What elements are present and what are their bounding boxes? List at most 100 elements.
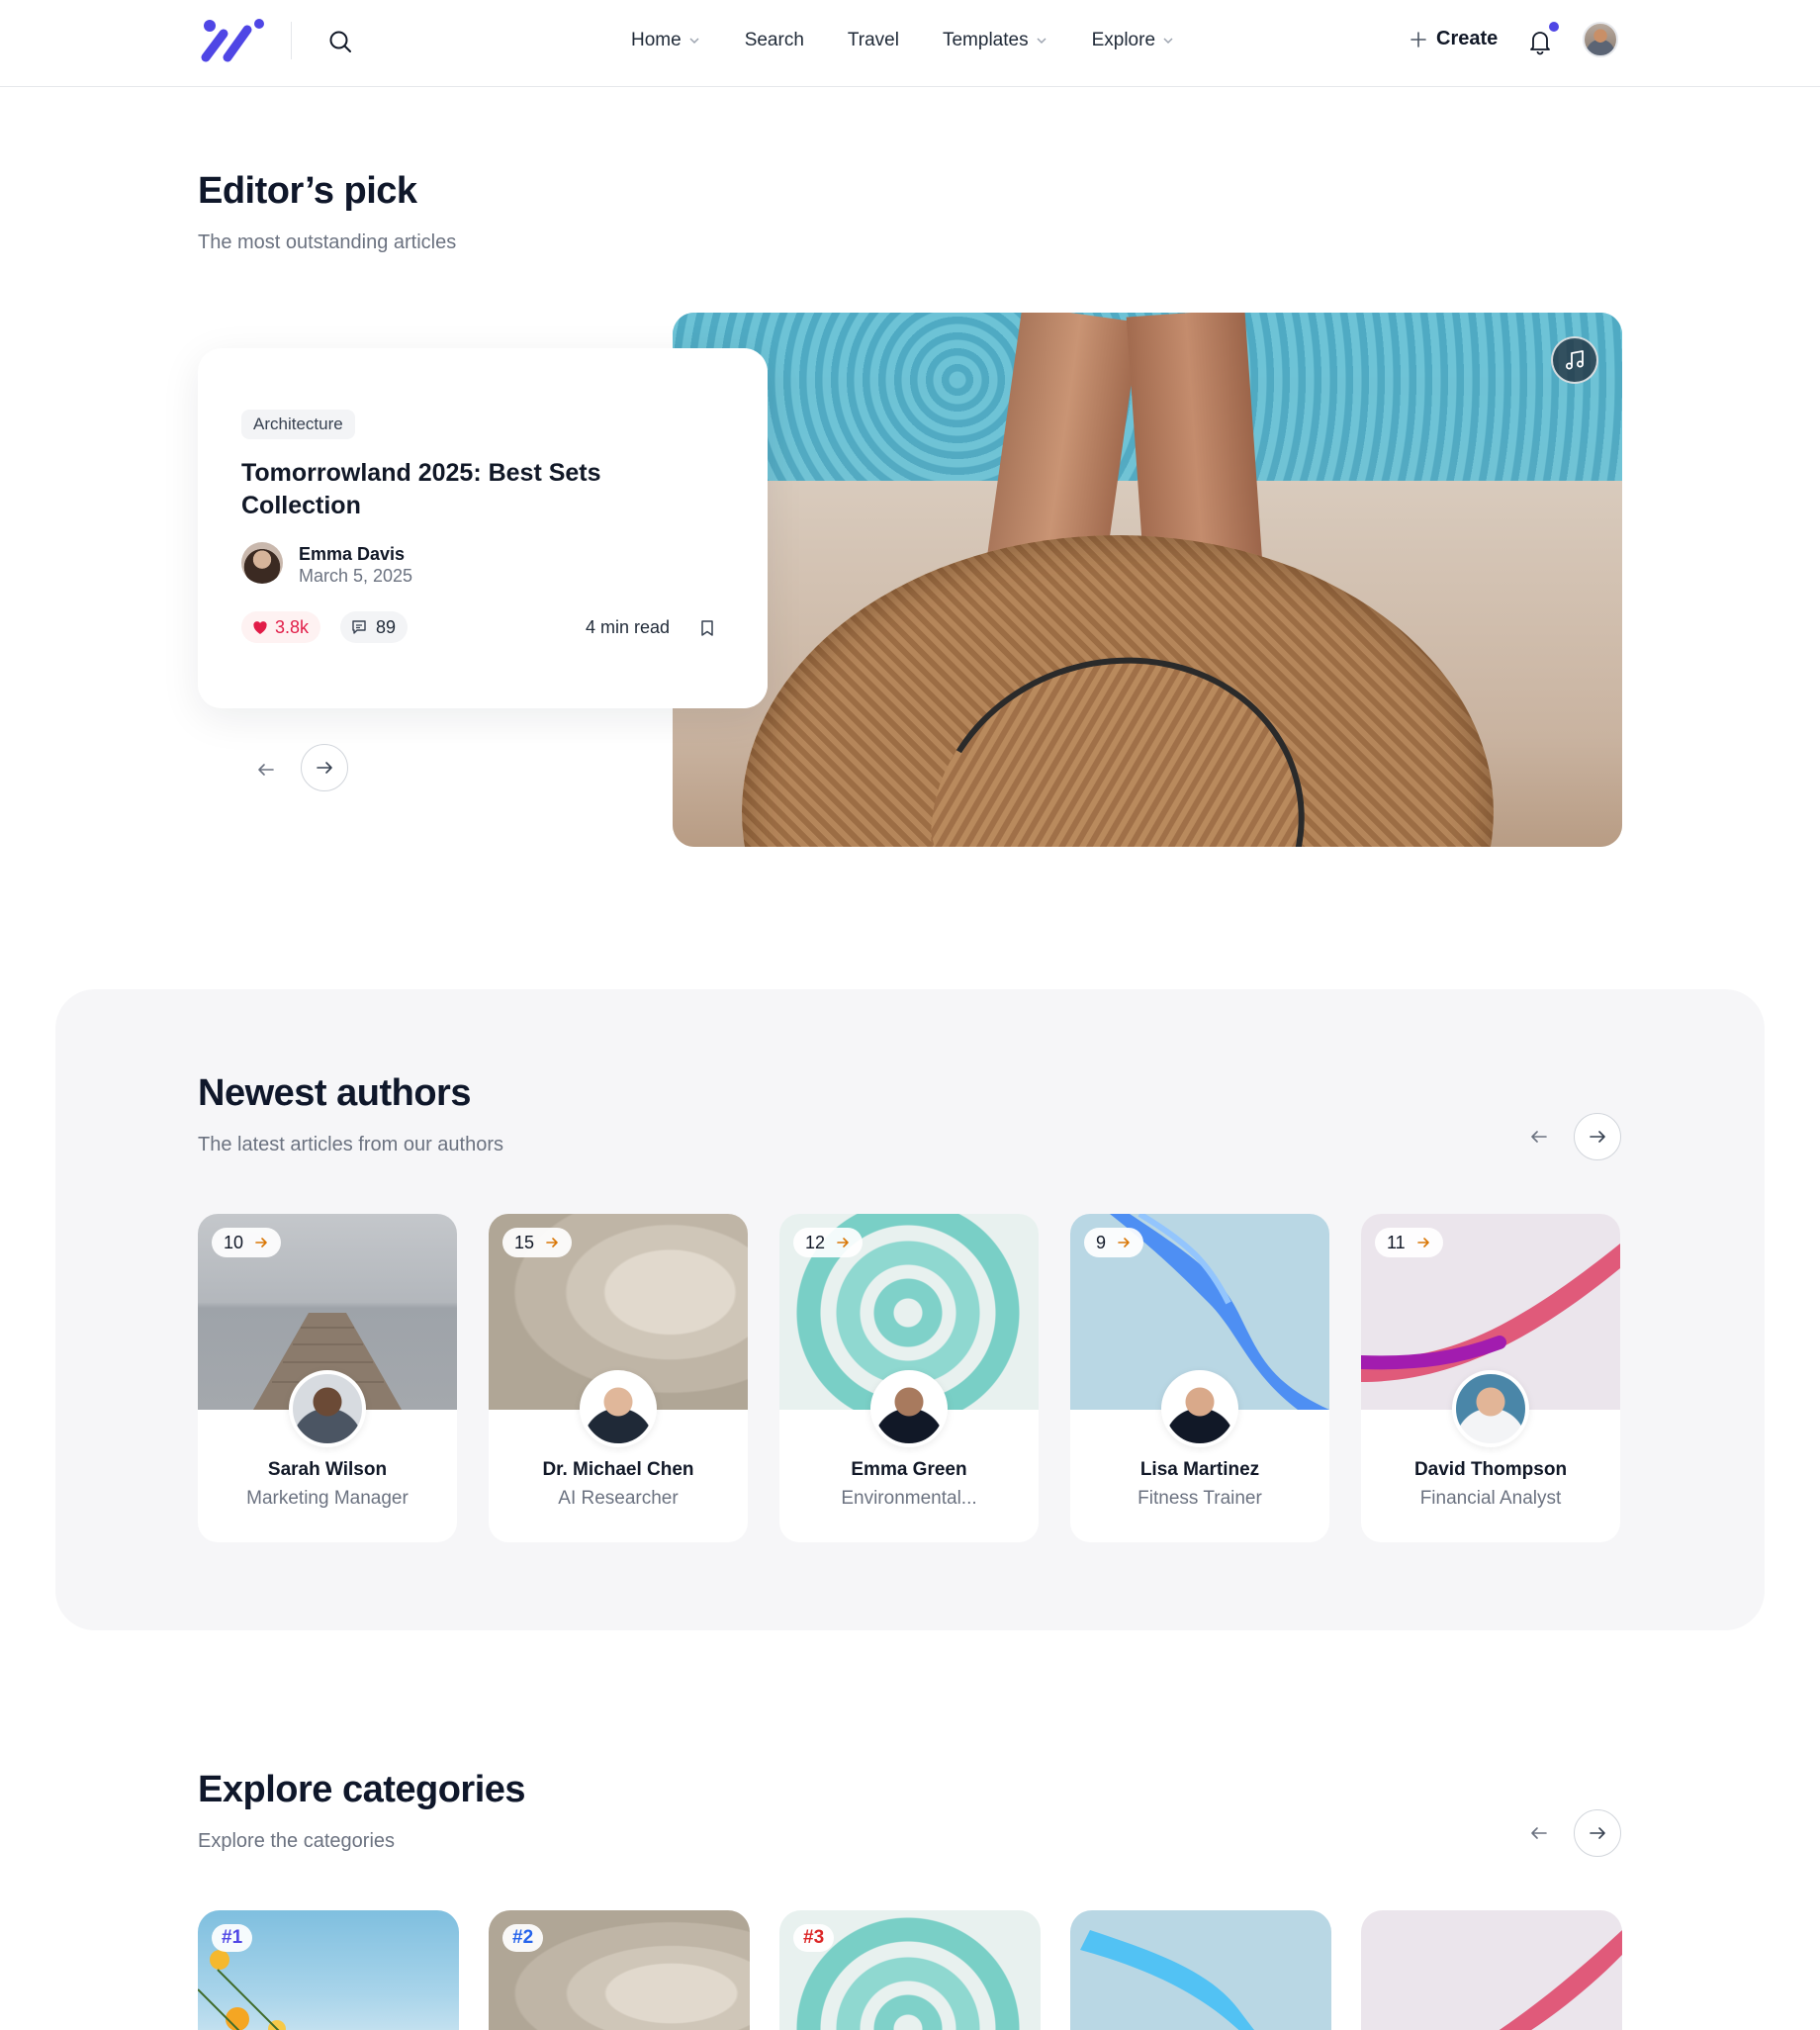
main-nav: Home Search Travel Templates Explore [631,26,1219,55]
article-count: 12 [805,1232,826,1252]
author-card[interactable]: 11 David Thompson Financial Analyst [1361,1214,1620,1542]
nav-label: Explore [1091,30,1156,50]
categories-next-button[interactable] [1574,1809,1621,1857]
nav-home[interactable]: Home [631,26,701,55]
article-count-badge[interactable]: 12 [793,1228,864,1257]
author-name[interactable]: Emma Davis [299,544,405,565]
music-button[interactable] [1551,336,1598,384]
category-card[interactable]: #1 [198,1910,459,2030]
header-divider [291,22,292,59]
chevron-down-icon [1037,38,1046,45]
nav-label: Travel [847,30,899,50]
chevron-down-icon [1163,38,1173,45]
categories-prev-button[interactable] [1515,1809,1563,1857]
author-card[interactable]: 12 Emma Green Environmental... [779,1214,1039,1542]
notification-dot [1549,22,1559,32]
rank-label: #3 [803,1927,825,1948]
nav-templates[interactable]: Templates [943,26,1048,55]
author-card[interactable]: 10 Sarah Wilson Marketing Manager [198,1214,457,1542]
article-count: 11 [1387,1232,1406,1252]
arrow-right-icon [837,1238,849,1247]
nav-explore[interactable]: Explore [1092,26,1175,55]
newest-authors-title: Newest authors [198,1072,471,1114]
ribbon-illustration [1080,1930,1255,2030]
bookmark-button[interactable] [692,613,722,643]
arrow-right-icon [317,762,332,774]
author-role: Fitness Trainer [1138,1488,1262,1509]
comment-icon [352,620,366,634]
author-role: Marketing Manager [246,1488,409,1509]
author-avatar[interactable] [1452,1370,1529,1447]
article-count: 15 [514,1232,535,1252]
article-count-badge[interactable]: 11 [1375,1228,1443,1257]
comment-button[interactable]: 89 [340,611,409,643]
authors-next-button[interactable] [1574,1113,1621,1160]
author-card[interactable]: 9 Lisa Martinez Fitness Trainer [1070,1214,1329,1542]
article-count: 10 [224,1232,244,1252]
like-count: 3.8k [275,616,310,637]
rank-label: #1 [222,1927,243,1948]
author-name[interactable]: Sarah Wilson [198,1459,457,1481]
music-icon [1566,350,1584,370]
newest-authors-subtitle: The latest articles from our authors [198,1134,504,1155]
explore-categories-subtitle: Explore the categories [198,1830,396,1852]
article-count-badge[interactable]: 10 [212,1228,282,1257]
comment-count: 89 [376,616,397,637]
arrow-right-icon [255,1238,267,1247]
author-avatar[interactable] [870,1370,948,1447]
read-time: 4 min read [586,617,671,637]
rank-badge: #3 [793,1924,835,1952]
article-count-badge[interactable]: 9 [1084,1228,1144,1257]
author-name[interactable]: Lisa Martinez [1070,1459,1329,1481]
bookmark-icon [701,620,713,636]
arrow-right-icon [546,1238,558,1247]
prev-article-button[interactable] [242,746,290,793]
arrow-left-icon [1531,1827,1547,1839]
arrow-right-icon [1118,1238,1130,1247]
author-name[interactable]: Emma Green [779,1459,1039,1481]
category-card[interactable]: #2 [489,1910,750,2030]
author-avatar[interactable] [580,1370,657,1447]
featured-article-card[interactable]: Architecture Tomorrowland 2025: Best Set… [198,348,768,708]
rank-badge: #1 [212,1924,253,1952]
editors-pick-title: Editor’s pick [198,170,417,212]
author-name[interactable]: Dr. Michael Chen [489,1459,748,1481]
next-article-button[interactable] [301,744,348,791]
hero-image[interactable] [673,313,1622,847]
author-role: Financial Analyst [1419,1488,1562,1509]
author-card[interactable]: 15 Dr. Michael Chen AI Researcher [489,1214,748,1542]
like-button[interactable]: 3.8k [241,611,321,643]
category-card[interactable] [1361,1910,1622,2030]
chevron-down-icon [689,38,699,45]
authors-prev-button[interactable] [1515,1113,1563,1160]
create-label: Create [1436,28,1499,49]
category-badge[interactable]: Architecture [241,410,355,439]
editors-pick-subtitle: The most outstanding articles [198,231,457,253]
arrow-right-icon [1416,1238,1429,1247]
arrow-left-icon [258,764,274,776]
rank-label: #2 [512,1927,534,1948]
search-icon[interactable] [326,28,354,55]
user-avatar[interactable] [1583,22,1618,57]
author-name[interactable]: David Thompson [1361,1459,1620,1481]
top-header: Home Search Travel Templates Explore Cre… [0,0,1820,87]
category-card[interactable] [1070,1910,1331,2030]
article-count: 9 [1096,1232,1107,1252]
rank-badge: #2 [502,1924,544,1952]
author-avatar[interactable] [1161,1370,1238,1447]
author-avatar[interactable] [241,542,283,584]
article-count-badge[interactable]: 15 [502,1228,573,1257]
article-title[interactable]: Tomorrowland 2025: Best Sets Collection [241,457,657,522]
author-avatar[interactable] [289,1370,366,1447]
arrow-left-icon [1531,1131,1547,1143]
logo-icon[interactable] [196,18,265,65]
author-role: Environmental... [841,1488,977,1509]
category-card[interactable]: #3 [779,1910,1041,2030]
create-button[interactable]: Create [1409,28,1498,50]
nav-label: Search [744,30,804,50]
nav-search[interactable]: Search [745,26,804,55]
heart-icon [253,621,267,634]
arrow-right-icon [1590,1131,1605,1143]
nav-travel[interactable]: Travel [848,26,899,55]
ribbon-illustration [1499,1930,1622,2030]
